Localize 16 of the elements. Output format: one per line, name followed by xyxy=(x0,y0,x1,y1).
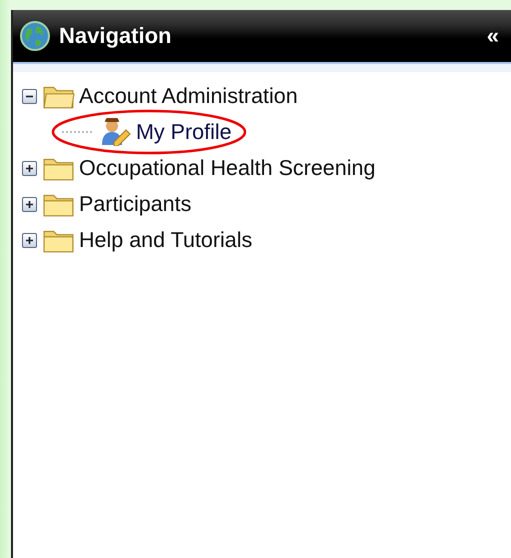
expand-toggle[interactable] xyxy=(22,232,37,248)
person-pencil-icon xyxy=(100,118,132,146)
collapse-toggle[interactable] xyxy=(22,88,37,104)
tree-item[interactable]: Account Administration xyxy=(79,84,298,108)
globe-icon xyxy=(19,20,51,52)
tree-item[interactable]: Help and Tutorials xyxy=(79,228,252,252)
panel-title: Navigation xyxy=(59,23,172,49)
plus-icon xyxy=(25,236,34,244)
tree-item[interactable]: My Profile xyxy=(136,120,232,144)
expand-toggle[interactable] xyxy=(22,196,37,212)
plus-icon xyxy=(25,200,34,208)
tree-item[interactable]: Participants xyxy=(79,192,192,216)
collapse-button[interactable]: « xyxy=(484,25,501,47)
plus-icon xyxy=(25,164,34,172)
expand-toggle[interactable] xyxy=(22,160,37,176)
tree-item[interactable]: Occupational Health Screening xyxy=(79,156,376,180)
